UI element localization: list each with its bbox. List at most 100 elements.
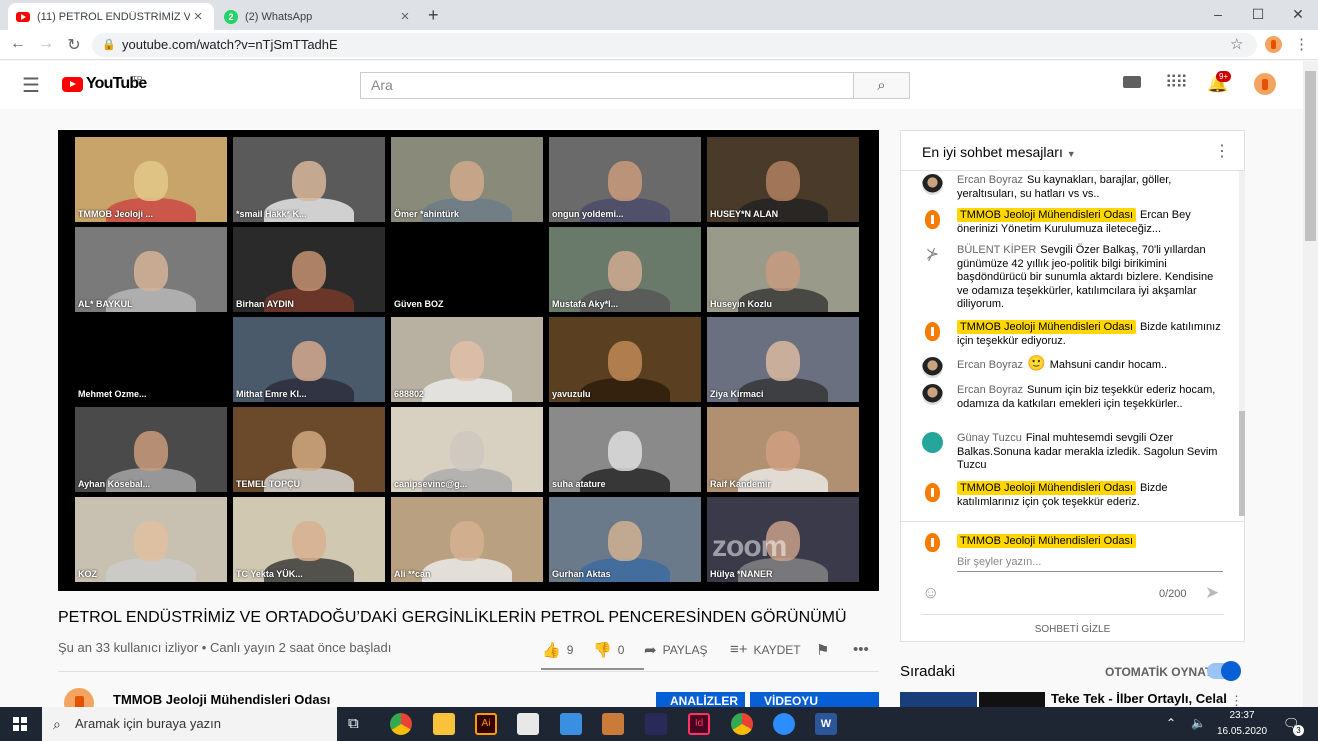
- playlist-add-icon: ≡+: [730, 641, 748, 658]
- page-scrollbar[interactable]: [1303, 61, 1318, 707]
- save-button[interactable]: ≡+ KAYDET: [730, 641, 801, 658]
- tab-title: (11) PETROL ENDÜSTRİMİZ VE ORTADOĞU: [37, 10, 190, 23]
- app-icon-2[interactable]: [645, 713, 667, 735]
- chat-author-name[interactable]: Ercan Boyraz: [957, 174, 1023, 186]
- like-button[interactable]: 👍 9: [542, 641, 573, 659]
- more-actions-button[interactable]: •••: [853, 641, 869, 658]
- video-player[interactable]: TMMOB Jeoloji ... *smail Hakk* K... Ömer *…: [58, 130, 879, 591]
- maximize-icon[interactable]: ☐: [1238, 0, 1278, 28]
- store-icon[interactable]: [517, 713, 539, 735]
- participant-face: [450, 340, 484, 381]
- participant-tile: *smail Hakk* K...: [233, 137, 385, 222]
- chat-author-name[interactable]: TMMOB Jeoloji Mühendisleri Odası: [957, 320, 1137, 334]
- windows-start-icon[interactable]: [13, 717, 27, 731]
- chat-author-avatar[interactable]: [922, 384, 943, 405]
- participant-name: canipsevinc@g...: [394, 479, 468, 489]
- chevron-down-icon: ▼: [1066, 149, 1076, 159]
- tab-youtube[interactable]: (11) PETROL ENDÜSTRİMİZ VE ORTADOĞU ×: [8, 3, 214, 30]
- channel-name[interactable]: TMMOB Jeoloji Mühendisleri Odası: [113, 692, 330, 707]
- analytics-button[interactable]: ANALİZLER: [656, 692, 745, 708]
- chat-author-avatar[interactable]: [922, 321, 943, 342]
- chrome-active-icon[interactable]: [731, 713, 753, 735]
- emoji-picker-icon[interactable]: ☺: [922, 583, 939, 603]
- send-icon[interactable]: ➤: [1205, 583, 1219, 603]
- participant-face: [292, 340, 326, 381]
- chat-author-avatar[interactable]: [922, 209, 943, 230]
- profile-avatar[interactable]: [1265, 36, 1282, 53]
- word-icon[interactable]: W: [815, 713, 837, 735]
- youtube-logo-icon[interactable]: [62, 77, 83, 92]
- clock-time[interactable]: 23:37: [1214, 710, 1270, 721]
- reload-icon[interactable]: ↻: [63, 35, 85, 55]
- participant-name: Huseyin Kozlu: [710, 299, 773, 309]
- participant-face: [766, 340, 800, 381]
- participant-name: Mehmet Ozme...: [78, 389, 147, 399]
- app-icon[interactable]: [602, 713, 624, 735]
- minimize-icon[interactable]: –: [1198, 0, 1238, 28]
- share-button[interactable]: ➦ PAYLAŞ: [644, 641, 708, 659]
- account-avatar[interactable]: [1254, 73, 1276, 95]
- participant-name: Mithat Emre KI...: [236, 389, 307, 399]
- participant-tile: ongun yoldemi...: [549, 137, 701, 222]
- tray-chevron-icon[interactable]: ⌃: [1166, 716, 1176, 730]
- apps-grid-icon[interactable]: ⠿⠿: [1165, 73, 1188, 93]
- chat-filter-dropdown[interactable]: En iyi sohbet mesajları ▼: [922, 144, 1076, 160]
- close-tab-icon[interactable]: ×: [397, 8, 413, 25]
- participant-tile: Ali **can: [391, 497, 543, 582]
- dislike-button[interactable]: 👎 0: [593, 641, 624, 659]
- chat-author-name[interactable]: Ercan Boyraz: [957, 384, 1023, 396]
- chrome-icon[interactable]: [390, 713, 412, 735]
- mail-icon[interactable]: [560, 713, 582, 735]
- volume-icon[interactable]: 🔈: [1191, 716, 1206, 730]
- new-tab-icon[interactable]: +: [428, 5, 439, 26]
- autoplay-toggle[interactable]: [1207, 661, 1241, 681]
- close-window-icon[interactable]: ✕: [1278, 0, 1318, 28]
- illustrator-icon[interactable]: Ai: [475, 713, 497, 735]
- browser-menu-icon[interactable]: ⋮: [1294, 35, 1309, 53]
- lock-icon: 🔒: [102, 39, 116, 51]
- report-button[interactable]: ⚑: [816, 641, 829, 659]
- close-tab-icon[interactable]: ×: [190, 8, 206, 25]
- next-video-thumbnail[interactable]: [900, 692, 977, 707]
- zoom-icon[interactable]: [773, 713, 795, 735]
- next-video-thumbnail-2[interactable]: [979, 692, 1045, 707]
- back-icon[interactable]: ←: [7, 35, 29, 53]
- edit-video-button[interactable]: VİDEOYU DÜZENLE: [750, 692, 879, 708]
- task-view-icon[interactable]: ⧉: [348, 715, 359, 732]
- bookmark-star-icon[interactable]: ☆: [1230, 33, 1243, 57]
- chat-menu-icon[interactable]: ⋮: [1214, 141, 1230, 161]
- create-video-icon[interactable]: [1123, 76, 1141, 88]
- taskbar-search-input[interactable]: ⌕ Aramak için buraya yazın: [42, 707, 337, 741]
- zoom-watermark: zoom: [712, 530, 787, 563]
- hide-chat-button[interactable]: SOHBETİ GİZLE: [901, 624, 1244, 635]
- participant-face: [608, 520, 642, 561]
- forward-icon[interactable]: →: [35, 35, 57, 53]
- hamburger-menu-icon[interactable]: ☰: [22, 73, 40, 98]
- chat-message-body: Ercan Boyraz Sunum için biz teşekkür eder…: [957, 384, 1222, 411]
- tab-whatsapp[interactable]: 2 (2) WhatsApp ×: [216, 3, 421, 30]
- chat-author-avatar[interactable]: [922, 432, 943, 453]
- page-scroll-thumb[interactable]: [1305, 71, 1316, 241]
- chat-author-name[interactable]: Günay Tuzcu: [957, 432, 1022, 444]
- file-explorer-icon[interactable]: [433, 713, 455, 735]
- participant-name: KOZ: [78, 569, 97, 579]
- chat-author-avatar[interactable]: [922, 482, 943, 503]
- url-field[interactable]: 🔒 youtube.com/watch?v=nTjSmTTadhE ☆: [92, 33, 1257, 57]
- chat-author-name[interactable]: Ercan Boyraz: [957, 359, 1023, 371]
- chat-author-name[interactable]: TMMOB Jeoloji Mühendisleri Odası: [957, 481, 1137, 495]
- chat-author-avatar[interactable]: [922, 357, 943, 378]
- search-button[interactable]: ⌕: [853, 72, 910, 99]
- chat-message: TMMOB Jeoloji Mühendisleri Odası Bizde ka…: [922, 320, 1222, 348]
- next-video-title[interactable]: Teke Tek - İlber Ortaylı, Celal: [1051, 691, 1227, 706]
- chat-author-name[interactable]: BÜLENT KİPER: [957, 244, 1036, 256]
- youtube-favicon-icon: [16, 11, 30, 22]
- indesign-icon[interactable]: Id: [688, 713, 710, 735]
- chat-scroll-thumb[interactable]: [1239, 411, 1245, 516]
- search-input[interactable]: Ara: [360, 72, 854, 99]
- chat-message-body: Ercan Boyraz Su kaynakları, barajlar, göl…: [957, 174, 1222, 201]
- chat-author-name[interactable]: TMMOB Jeoloji Mühendisleri Odası: [957, 208, 1137, 222]
- clock-date[interactable]: 16.05.2020: [1214, 726, 1270, 737]
- chat-author-avatar[interactable]: ⊁: [922, 244, 943, 265]
- chat-author-avatar[interactable]: [922, 174, 943, 195]
- chat-message-input[interactable]: Bir şeyler yazın...: [957, 554, 1223, 572]
